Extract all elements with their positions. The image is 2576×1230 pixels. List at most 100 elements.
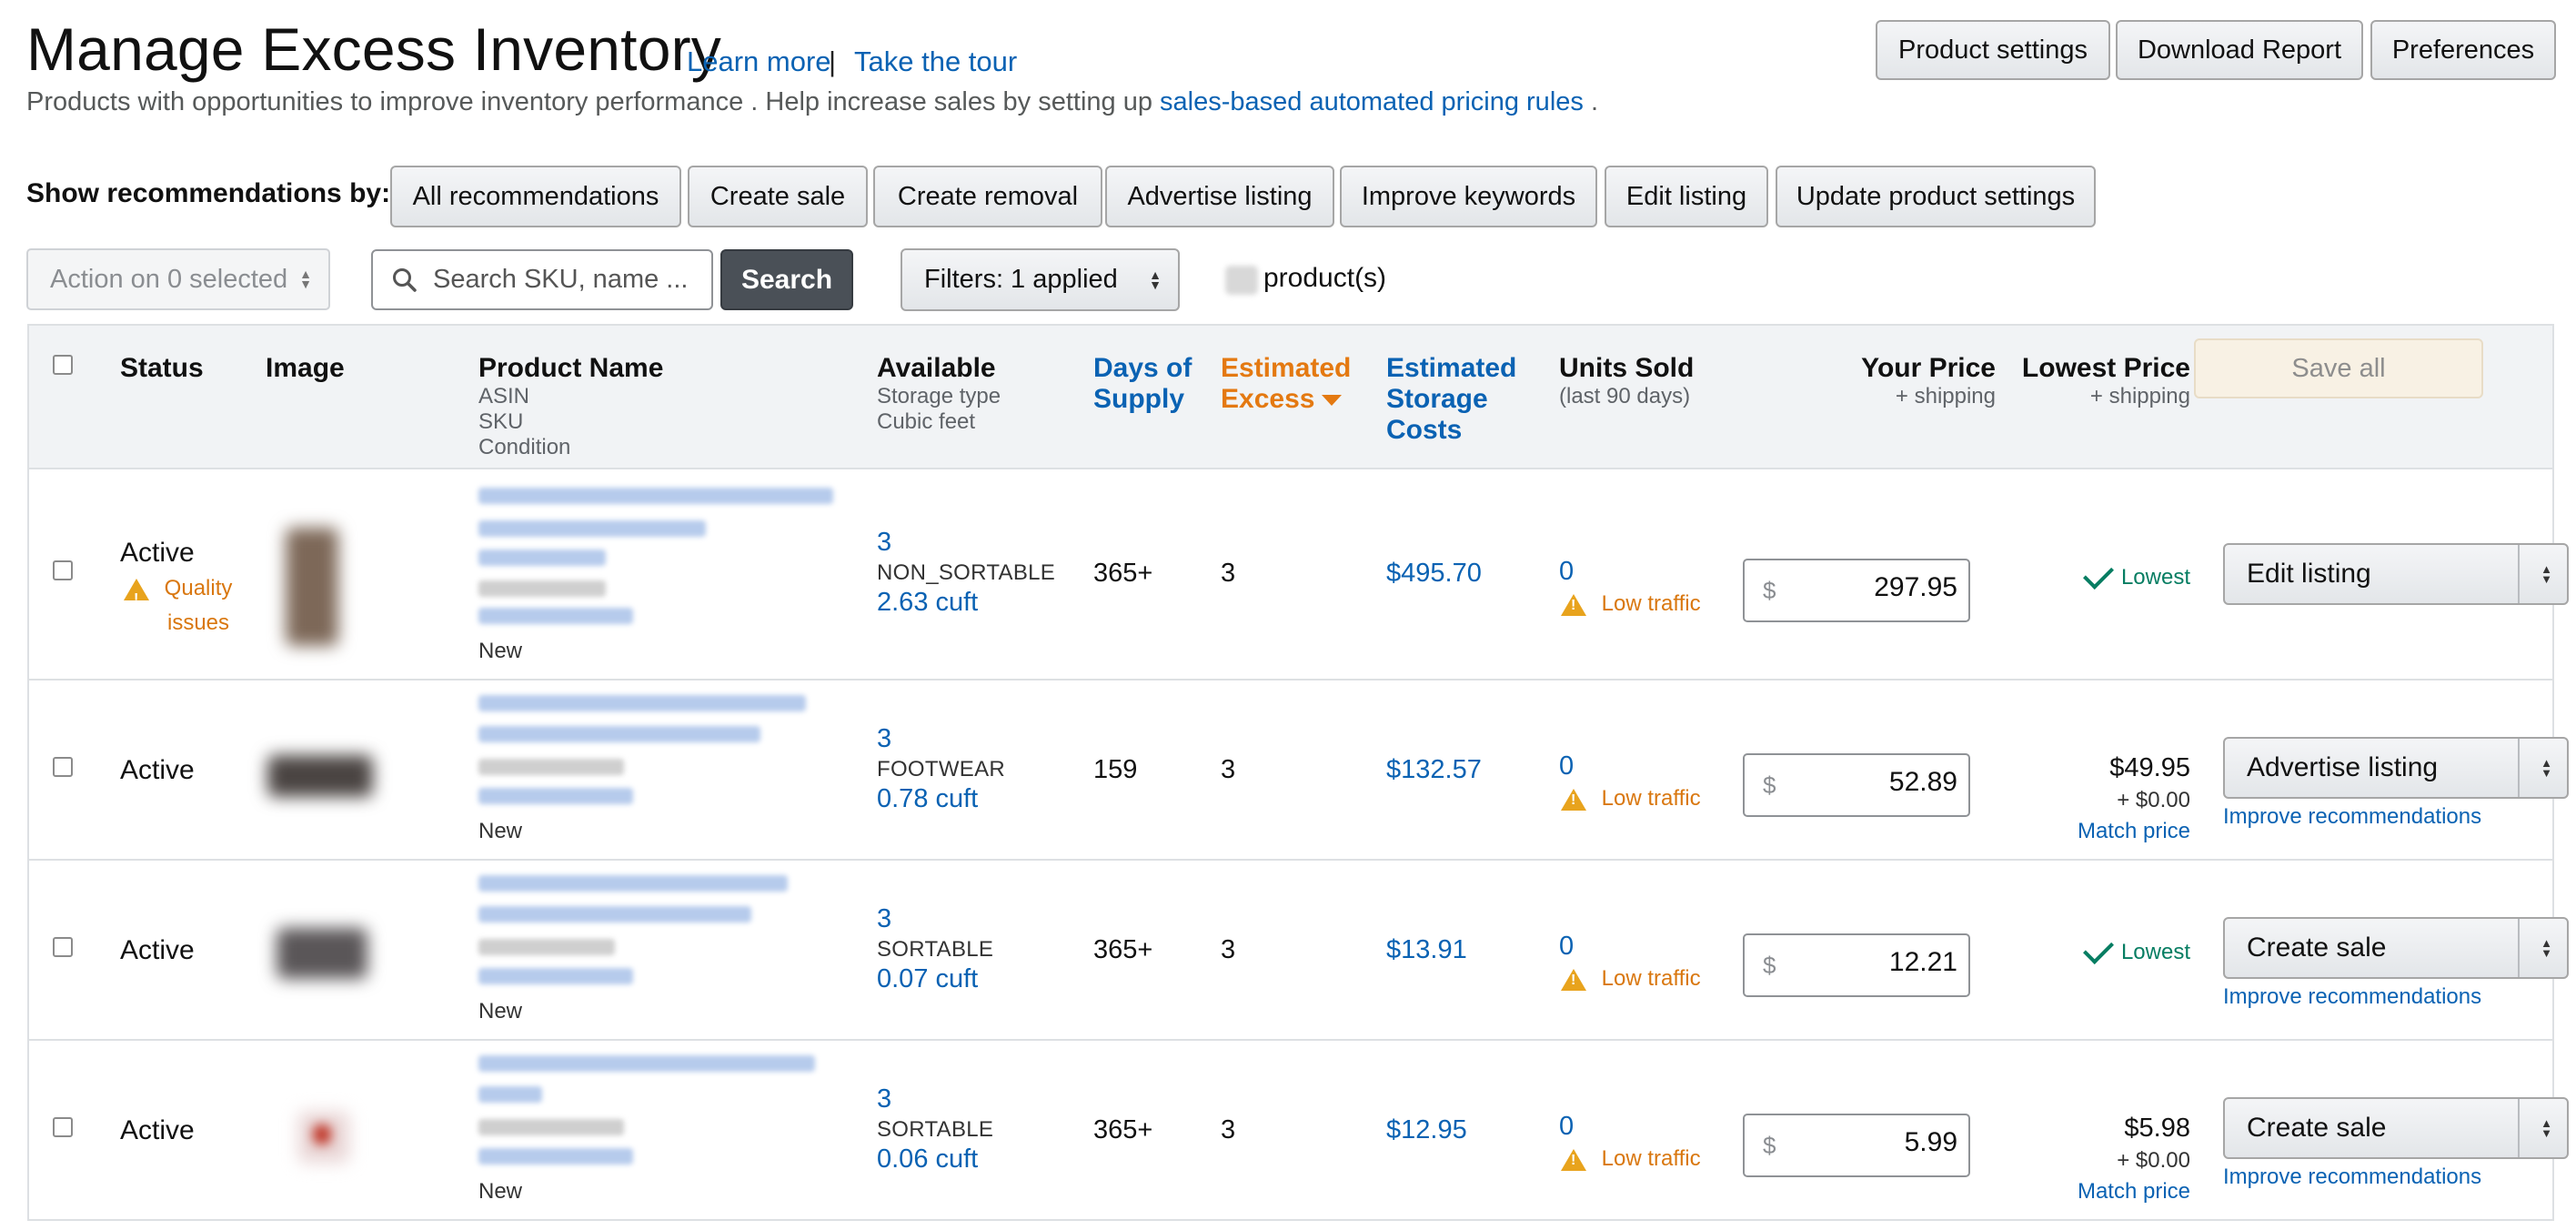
match-price-link[interactable]: Match price — [2008, 1179, 2190, 1205]
product-image[interactable] — [286, 528, 338, 646]
sku-link[interactable] — [478, 788, 633, 804]
product-image[interactable] — [277, 928, 367, 979]
learn-more-link[interactable]: Learn more — [687, 45, 831, 78]
select-all-checkbox[interactable] — [53, 355, 73, 375]
header-storage-line2: Storage — [1386, 384, 1488, 414]
asin-text — [478, 1119, 624, 1135]
sku-link[interactable] — [478, 968, 633, 984]
product-name-link-line2[interactable] — [478, 726, 760, 742]
rec-create-removal-button[interactable]: Create removal — [873, 166, 1102, 227]
match-price-link[interactable]: Match price — [2008, 819, 2190, 844]
cubic-feet-link[interactable]: 0.06 cuft — [877, 1144, 978, 1175]
page-title: Manage Excess Inventory — [26, 15, 721, 83]
row-checkbox[interactable] — [53, 937, 73, 957]
search-icon — [393, 267, 417, 292]
product-name-link-line2[interactable] — [478, 1086, 542, 1103]
product-name-link-line2[interactable] — [478, 906, 751, 922]
search-input[interactable] — [431, 264, 708, 296]
sku-link[interactable] — [478, 608, 633, 624]
save-all-button[interactable]: Save all — [2194, 338, 2483, 398]
take-tour-link[interactable]: Take the tour — [854, 45, 1017, 78]
your-price-field[interactable]: $ — [1743, 1114, 1970, 1177]
your-price-field[interactable]: $ — [1743, 933, 1970, 997]
product-image[interactable] — [267, 755, 373, 797]
available-quantity-link[interactable]: 3 — [877, 904, 891, 934]
days-of-supply-value: 365+ — [1093, 935, 1153, 964]
automated-pricing-rules-link[interactable]: sales-based automated pricing rules — [1160, 87, 1584, 116]
units-sold-link[interactable]: 0 — [1559, 751, 1574, 781]
rec-improve-keywords-button[interactable]: Improve keywords — [1340, 166, 1597, 227]
manage-excess-inventory-page: Manage Excess Inventory Learn more | Tak… — [0, 0, 2576, 1230]
row-checkbox[interactable] — [53, 1117, 73, 1137]
your-price-input[interactable] — [1792, 766, 1959, 799]
dropdown-arrows-icon[interactable]: ▲ ▼ — [2541, 563, 2552, 585]
row-checkbox[interactable] — [53, 757, 73, 777]
product-name-link[interactable] — [478, 695, 806, 711]
header-product-name: Product Name ASIN SKU Condition — [478, 353, 663, 460]
improve-recommendations-link[interactable]: Improve recommendations — [2223, 804, 2481, 830]
rec-create-sale-button[interactable]: Create sale — [688, 166, 868, 227]
available-quantity-link[interactable]: 3 — [877, 1084, 891, 1114]
low-traffic-warning: Low traffic — [1561, 591, 1701, 617]
row-action-split-button[interactable]: Edit listing ▲ ▼ — [2223, 543, 2569, 605]
estimated-storage-cost-link[interactable]: $12.95 — [1386, 1115, 1467, 1145]
units-sold-link[interactable]: 0 — [1559, 1112, 1574, 1142]
row-action-split-button[interactable]: Create sale ▲ ▼ — [2223, 917, 2569, 979]
rec-advertise-listing-button[interactable]: Advertise listing — [1105, 166, 1334, 227]
cubic-feet-link[interactable]: 0.78 cuft — [877, 784, 978, 814]
download-report-button[interactable]: Download Report — [2116, 20, 2363, 80]
product-name-link[interactable] — [478, 1055, 815, 1072]
product-name-link-line2[interactable] — [478, 520, 706, 537]
quality-issues-line1: Quality — [164, 576, 233, 600]
improve-recommendations-link[interactable]: Improve recommendations — [2223, 984, 2481, 1010]
your-price-input[interactable] — [1792, 571, 1959, 604]
bulk-action-select[interactable]: Action on 0 selected ▲ ▼ — [26, 248, 330, 310]
product-name-link[interactable] — [478, 875, 788, 892]
available-quantity-link[interactable]: 3 — [877, 528, 891, 558]
header-excess-line1: Estimated — [1221, 353, 1352, 383]
units-sold-link[interactable]: 0 — [1559, 557, 1574, 587]
low-traffic-label: Low traffic — [1601, 786, 1701, 811]
dropdown-arrows-icon[interactable]: ▲ ▼ — [2541, 937, 2552, 959]
filters-select[interactable]: Filters: 1 applied ▲ ▼ — [901, 248, 1180, 311]
product-settings-button[interactable]: Product settings — [1876, 20, 2110, 80]
dropdown-arrows-icon[interactable]: ▲ ▼ — [2541, 1117, 2552, 1139]
row-action-split-button[interactable]: Advertise listing ▲ ▼ — [2223, 737, 2569, 799]
preferences-button[interactable]: Preferences — [2370, 20, 2556, 80]
estimated-storage-cost-link[interactable]: $495.70 — [1386, 559, 1482, 589]
your-price-field[interactable]: $ — [1743, 753, 1970, 817]
header-your-price-shipping: + shipping — [1895, 384, 1996, 408]
estimated-storage-cost-link[interactable]: $13.91 — [1386, 935, 1467, 965]
your-price-input[interactable] — [1792, 946, 1959, 979]
lowest-price-indicator: Lowest — [2008, 559, 2190, 590]
product-name-link[interactable] — [478, 488, 833, 504]
estimated-excess-value: 3 — [1221, 755, 1236, 784]
row-action-split-button[interactable]: Create sale ▲ ▼ — [2223, 1097, 2569, 1159]
rec-update-product-settings-button[interactable]: Update product settings — [1776, 166, 2096, 227]
rec-all-recommendations-button[interactable]: All recommendations — [390, 166, 681, 227]
your-price-input[interactable] — [1792, 1126, 1959, 1159]
header-days-of-supply[interactable]: Days of Supply — [1093, 353, 1192, 415]
product-count-tab[interactable]: product(s) — [1205, 246, 1386, 327]
available-quantity-link[interactable]: 3 — [877, 724, 891, 754]
units-sold-link[interactable]: 0 — [1559, 932, 1574, 962]
improve-recommendations-link[interactable]: Improve recommendations — [2223, 1164, 2481, 1190]
lowest-price-value: $49.95 — [2109, 753, 2190, 782]
sku-link[interactable] — [478, 1148, 633, 1164]
row-checkbox[interactable] — [53, 560, 73, 580]
condition-text: New — [478, 1179, 523, 1204]
header-estimated-storage-costs[interactable]: Estimated Storage Costs — [1386, 353, 1516, 446]
rec-edit-listing-button[interactable]: Edit listing — [1605, 166, 1768, 227]
your-price-field[interactable]: $ — [1743, 559, 1970, 622]
table-header: Status Image Product Name ASIN SKU Condi… — [27, 324, 2554, 469]
search-field[interactable] — [371, 249, 713, 310]
estimated-storage-cost-link[interactable]: $132.57 — [1386, 755, 1482, 785]
search-button[interactable]: Search — [720, 249, 853, 310]
cubic-feet-link[interactable]: 2.63 cuft — [877, 588, 978, 618]
product-name-link-line3[interactable] — [478, 549, 606, 566]
header-days-line1: Days of — [1093, 353, 1192, 383]
dropdown-arrows-icon[interactable]: ▲ ▼ — [2541, 757, 2552, 779]
cubic-feet-link[interactable]: 0.07 cuft — [877, 964, 978, 994]
header-estimated-excess[interactable]: Estimated Excess — [1221, 353, 1351, 415]
quality-issues-warning[interactable]: Quality issues — [124, 571, 232, 640]
